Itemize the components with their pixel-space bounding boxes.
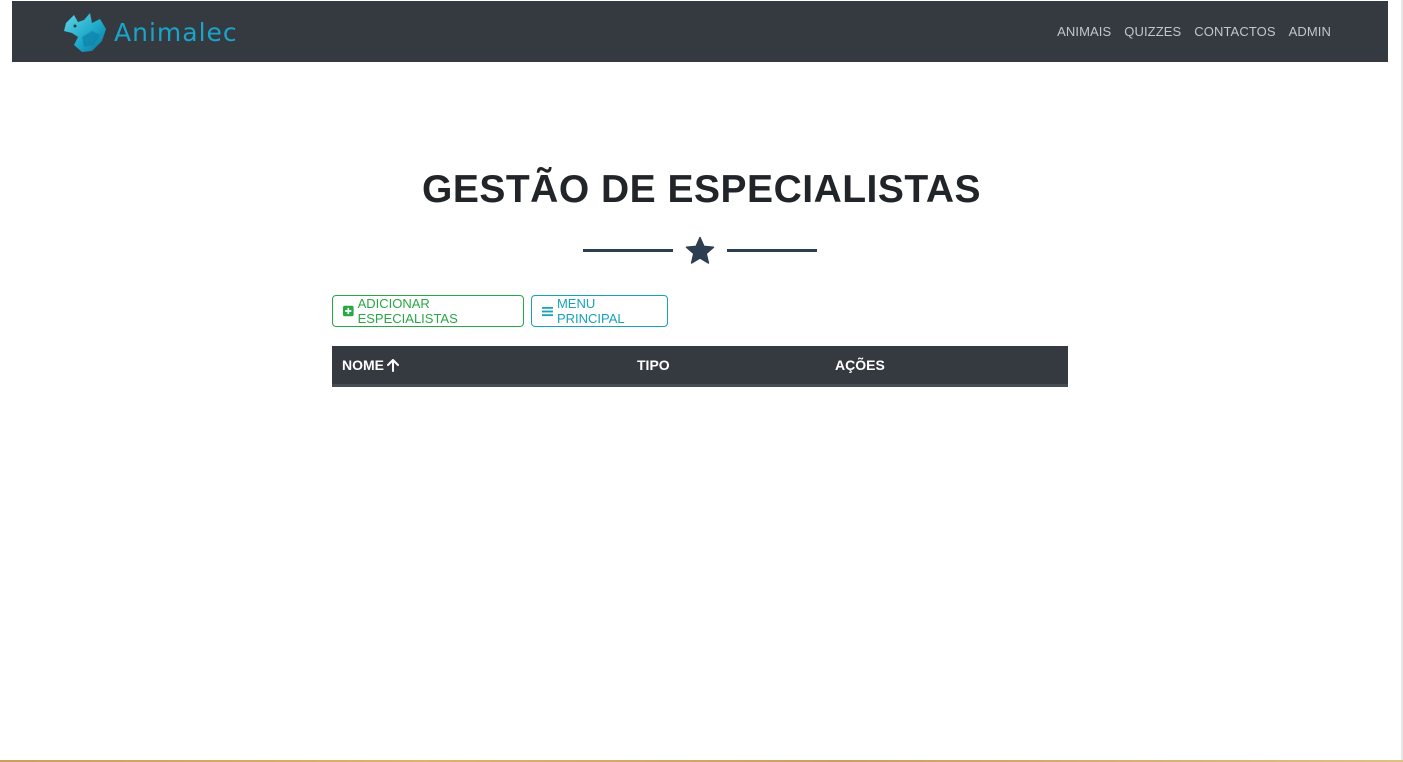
main-menu-label: MENU PRINCIPAL: [556, 296, 625, 326]
column-header-nome[interactable]: NOME: [342, 346, 399, 384]
add-specialists-label: ADICIONAR ESPECIALISTAS: [357, 296, 458, 326]
main-menu-button[interactable]: MENU PRINCIPAL: [531, 295, 668, 327]
column-header-nome-label: NOME: [342, 357, 384, 373]
navbar: Animalec ANIMAIS QUIZZES CONTACTOS ADMIN: [12, 1, 1388, 62]
nav-links: ANIMAIS QUIZZES CONTACTOS ADMIN: [1057, 1, 1331, 62]
page: Animalec ANIMAIS QUIZZES CONTACTOS ADMIN…: [0, 0, 1403, 762]
brand-name: Animalec: [114, 17, 238, 47]
plus-square-icon: [343, 305, 354, 317]
specialists-table: NOME TIPO AÇÕES: [332, 346, 1068, 387]
column-header-acoes: AÇÕES: [835, 357, 885, 373]
fox-logo-icon: [64, 13, 106, 52]
arrow-up-icon: [387, 358, 399, 372]
nav-link-quizzes[interactable]: QUIZZES: [1124, 24, 1181, 39]
title-divider: [583, 236, 817, 266]
nav-link-animais[interactable]: ANIMAIS: [1057, 24, 1111, 39]
nav-link-admin[interactable]: ADMIN: [1289, 24, 1331, 39]
bars-icon: [542, 306, 553, 316]
nav-link-contactos[interactable]: CONTACTOS: [1194, 24, 1275, 39]
add-specialists-button[interactable]: ADICIONAR ESPECIALISTAS: [332, 295, 524, 327]
page-title: GESTÃO DE ESPECIALISTAS: [421, 168, 982, 211]
star-icon: [685, 236, 715, 264]
divider-line-left: [583, 249, 673, 252]
column-header-tipo[interactable]: TIPO: [637, 346, 670, 384]
brand[interactable]: Animalec: [62, 11, 238, 53]
divider-line-right: [727, 249, 817, 252]
